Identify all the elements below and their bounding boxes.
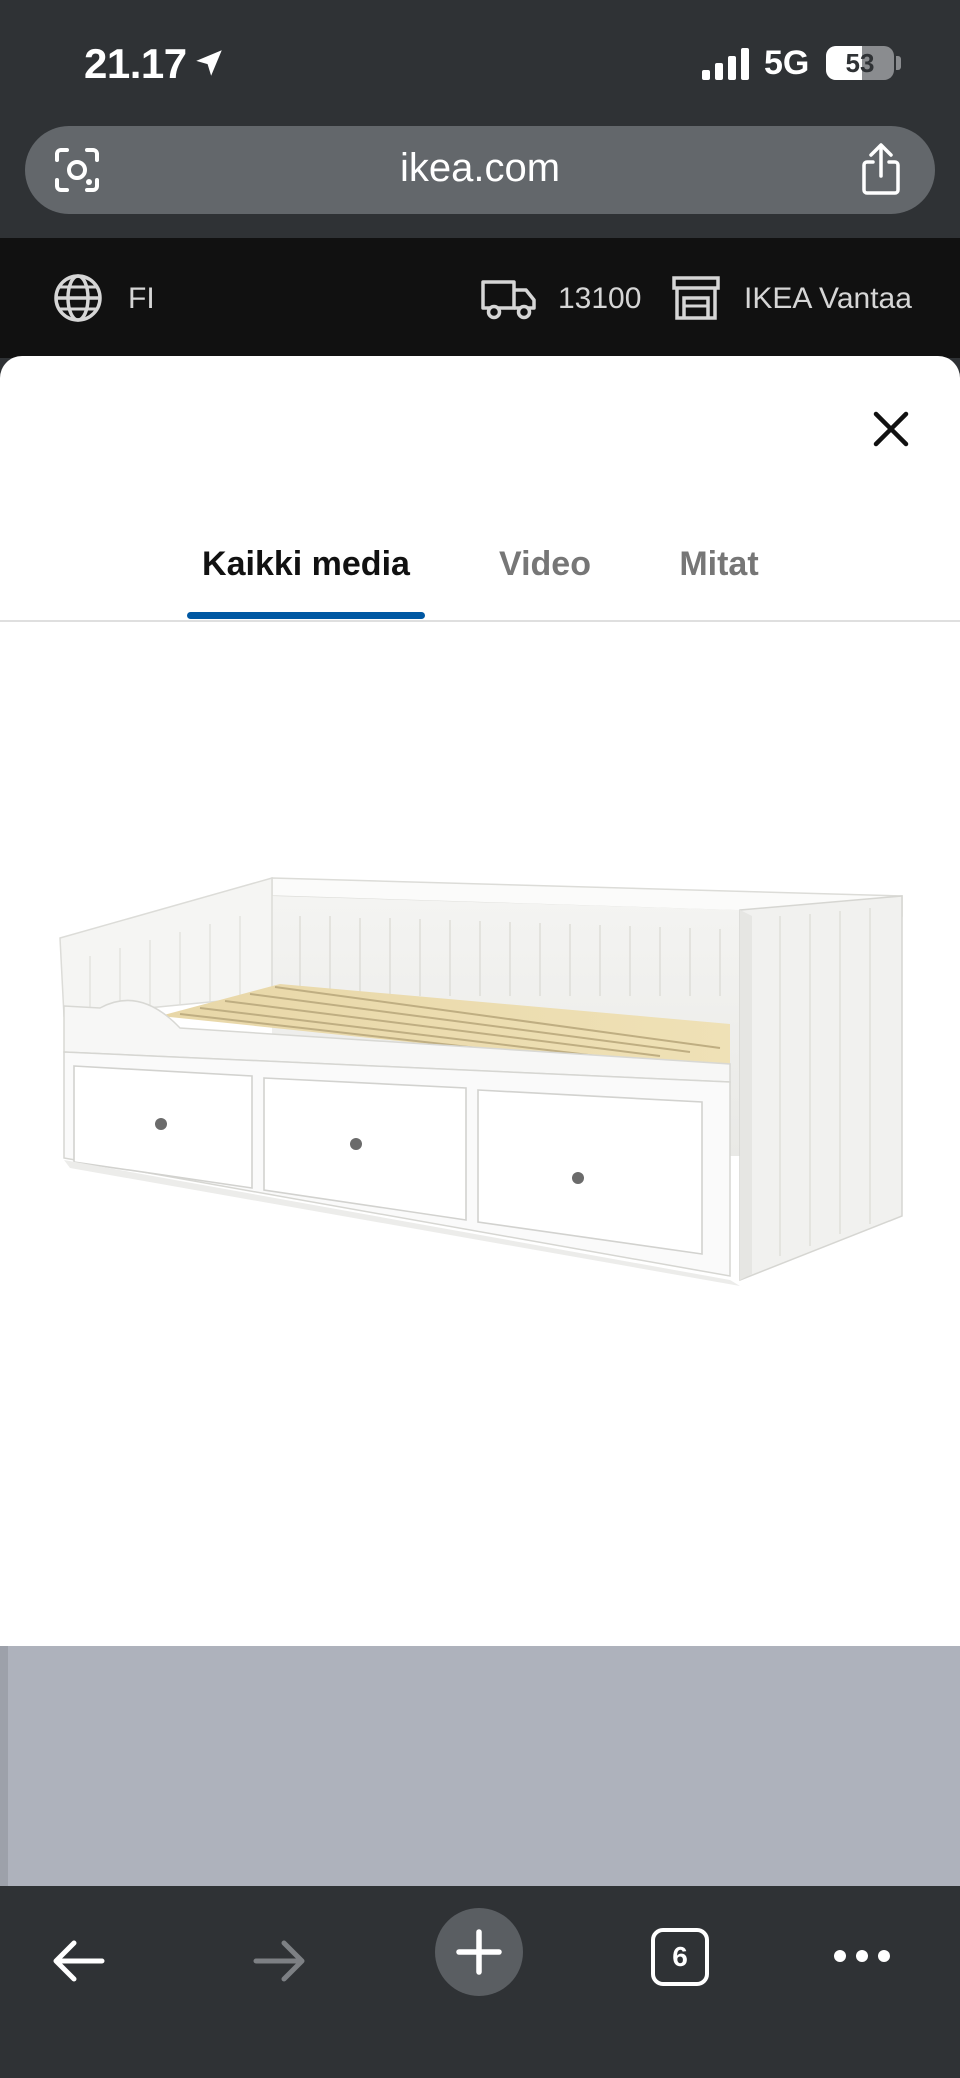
globe-icon[interactable] <box>52 272 104 324</box>
location-arrow-icon <box>196 50 222 76</box>
tab-video[interactable]: Video <box>490 526 600 622</box>
network-label: 5G <box>764 44 810 82</box>
plus-icon <box>456 1929 502 1975</box>
page-edge <box>0 1646 8 1886</box>
battery-percent: 53 <box>845 48 875 78</box>
more-icon[interactable] <box>832 1944 892 1968</box>
new-tab-button[interactable] <box>435 1908 523 1996</box>
truck-icon <box>481 280 536 320</box>
battery-indicator: 53 <box>826 46 894 80</box>
battery-tip <box>896 56 901 70</box>
tab-dimensions[interactable]: Mitat <box>664 526 774 622</box>
active-tab-indicator <box>187 612 425 619</box>
url-text[interactable]: ikea.com <box>25 146 935 191</box>
ikea-top-bar: FI 13100 IKEA Vantaa <box>0 238 960 358</box>
postal-code[interactable]: 13100 <box>558 282 641 316</box>
media-sheet: Kaikki media Video Mitat <box>0 356 960 1646</box>
share-icon[interactable] <box>857 142 905 196</box>
status-bar: 21.17 5G 53 <box>0 0 960 120</box>
tabs-icon[interactable]: 6 <box>651 1928 709 1986</box>
store-icon <box>672 276 720 320</box>
back-icon[interactable] <box>48 1936 108 1986</box>
language-selector[interactable]: FI <box>128 282 155 316</box>
close-icon[interactable] <box>866 404 916 454</box>
status-time: 21.17 <box>84 40 187 87</box>
signal-icon <box>702 48 749 80</box>
address-bar[interactable]: ikea.com <box>25 126 935 214</box>
forward-icon[interactable] <box>250 1936 310 1986</box>
daybed-product-image[interactable] <box>40 856 920 1356</box>
tab-all-media[interactable]: Kaikki media <box>187 526 425 622</box>
store-name[interactable]: IKEA Vantaa <box>744 282 912 316</box>
media-tabs: Kaikki media Video Mitat <box>0 526 960 622</box>
browser-toolbar: 6 <box>0 1886 960 2078</box>
page-background <box>0 1646 960 1886</box>
